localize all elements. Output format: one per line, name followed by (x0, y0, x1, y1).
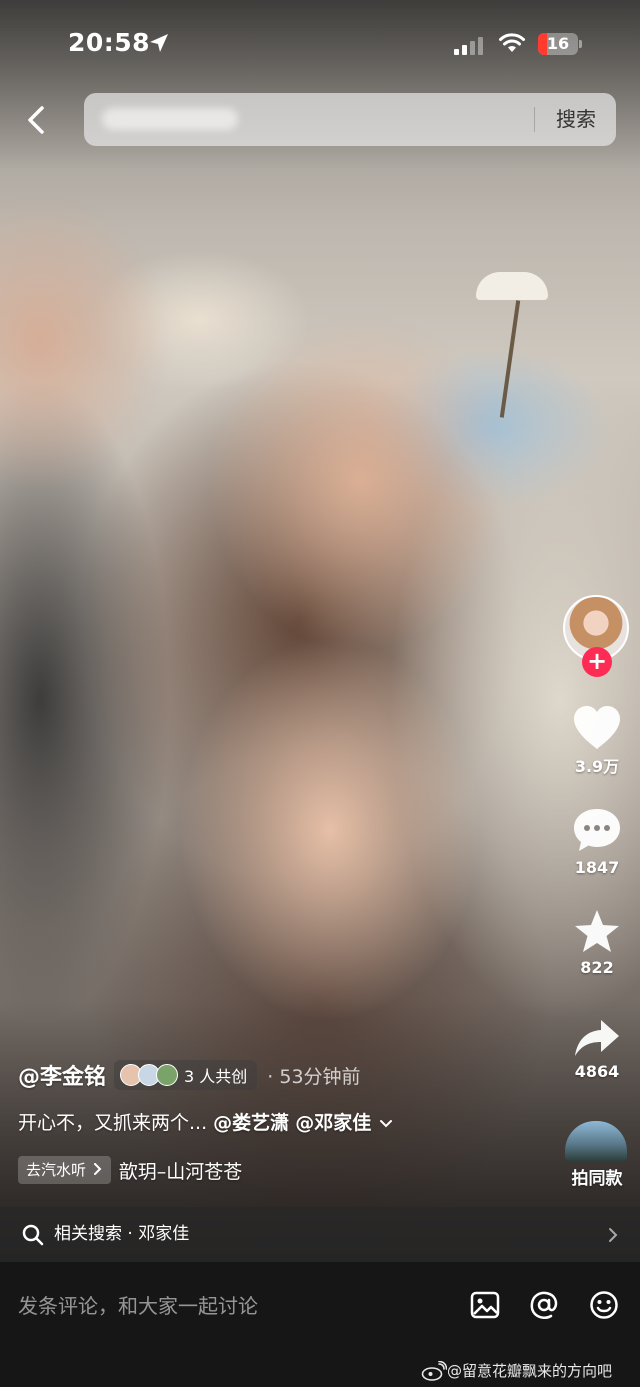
related-search-text: 相关搜索 · 邓家佳 (54, 1207, 189, 1262)
battery-indicator: 16 (538, 33, 582, 55)
co-creator-avatar (156, 1064, 179, 1086)
related-search-separator: · (127, 1224, 133, 1244)
watermark-text: @留意花瓣飘来的方向吧 (447, 1362, 613, 1380)
share-button[interactable]: 4864 (560, 1018, 634, 1081)
caption-body: 开心不，又抓来两个... (18, 1112, 208, 1134)
chevron-right-icon (609, 1228, 618, 1242)
emoji-icon[interactable] (589, 1290, 619, 1320)
heart-icon[interactable] (572, 705, 622, 751)
post-time: · 53分钟前 (267, 1065, 361, 1088)
image-icon[interactable] (470, 1290, 500, 1320)
lamp-shade (476, 272, 548, 300)
star-icon[interactable] (573, 908, 621, 956)
expand-chevron-icon[interactable] (379, 1119, 393, 1129)
share-count: 4864 (574, 1062, 620, 1081)
like-count: 3.9万 (574, 757, 620, 776)
comment-input[interactable]: 发条评论，和大家一起讨论 (18, 1290, 258, 1319)
search-divider (534, 107, 535, 132)
co-create-badge[interactable]: 3 人共创 (114, 1060, 258, 1090)
search-icon (22, 1224, 44, 1246)
favorite-button[interactable]: 822 (560, 908, 634, 977)
like-button[interactable]: 3.9万 (560, 705, 634, 777)
status-time: 20:58 (68, 28, 151, 57)
favorite-count: 822 (580, 958, 614, 977)
related-search-term: 邓家佳 (138, 1224, 190, 1244)
music-row: 去汽水听 歆玥–山河苍苍 (18, 1155, 242, 1185)
mention-link[interactable]: @邓家佳 (295, 1112, 371, 1134)
related-search-label: 相关搜索 (54, 1224, 122, 1244)
at-icon[interactable] (529, 1290, 559, 1320)
same-style-label[interactable]: 拍同款 (560, 1164, 634, 1189)
co-create-label: 3 人共创 (184, 1067, 248, 1086)
follow-plus-icon[interactable]: + (582, 647, 612, 677)
comment-count: 1847 (574, 858, 620, 877)
share-arrow-icon[interactable] (573, 1018, 621, 1060)
author-avatar-group[interactable]: + (563, 595, 631, 679)
back-chevron-icon[interactable] (18, 100, 54, 140)
location-arrow-icon (150, 34, 168, 52)
weibo-logo-icon (421, 1360, 447, 1381)
music-app-tag[interactable]: 去汽水听 (18, 1156, 111, 1184)
battery-cap (579, 40, 582, 48)
music-title[interactable]: 歆玥–山河苍苍 (119, 1157, 243, 1184)
weibo-watermark: @留意花瓣飘来的方向吧 (421, 1360, 612, 1381)
music-app-tag-label: 去汽水听 (26, 1161, 87, 1179)
search-input[interactable]: 搜索 (84, 93, 616, 146)
wifi-icon (499, 33, 525, 52)
blurred-search-query (102, 108, 238, 130)
author-row: @李金铭 3 人共创 · 53分钟前 (18, 1058, 361, 1092)
author-name[interactable]: @李金铭 (18, 1059, 106, 1091)
comment-button[interactable]: 1847 (560, 806, 634, 877)
mention-link[interactable]: @娄艺潇 (213, 1112, 289, 1134)
status-bar: 20:58 16 (0, 24, 640, 64)
search-button[interactable]: 搜索 (536, 93, 616, 146)
battery-level: 16 (546, 34, 570, 53)
comment-bubble-icon[interactable] (572, 806, 622, 856)
related-search-bar[interactable]: 相关搜索 · 邓家佳 (0, 1207, 640, 1262)
chevron-right-icon (93, 1163, 102, 1175)
cellular-signal-icon (454, 37, 483, 55)
caption-text[interactable]: 开心不，又抓来两个... @娄艺潇 @邓家佳 (18, 1108, 393, 1135)
co-creator-avatars (120, 1064, 179, 1086)
